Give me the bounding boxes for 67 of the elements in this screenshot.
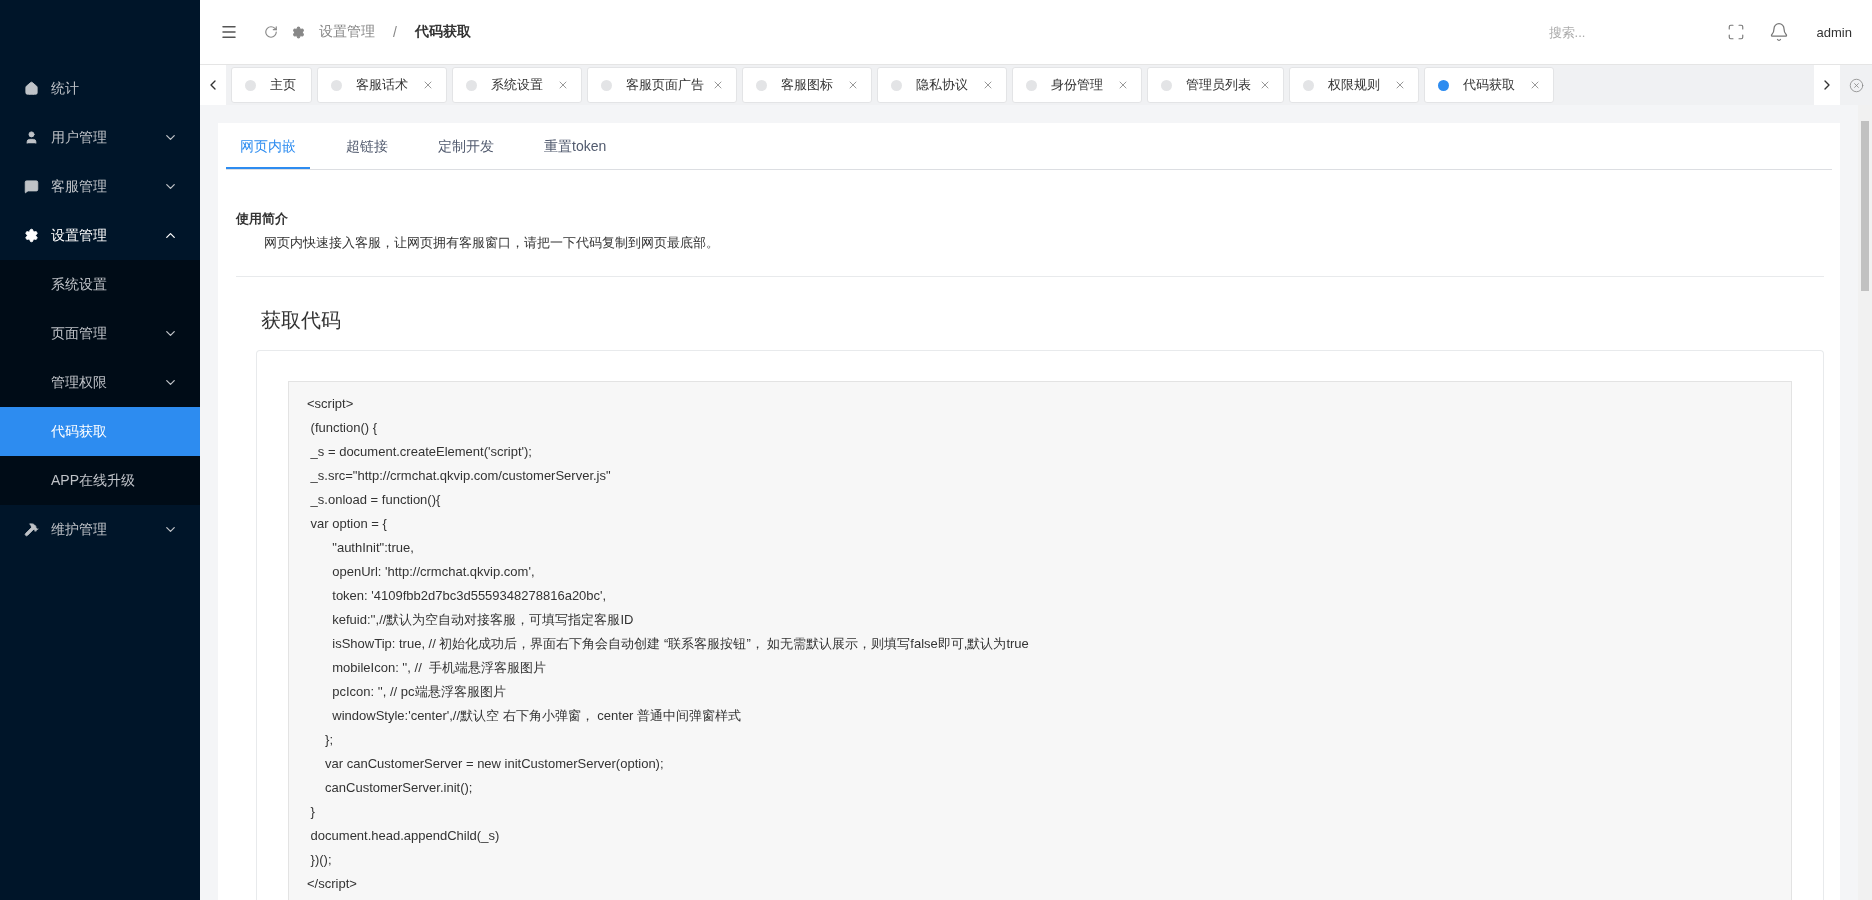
page-tab[interactable]: 客服图标 — [742, 67, 872, 103]
code-line: canCustomerServer.init(); — [324, 779, 474, 797]
menu-item[interactable]: 设置管理 — [0, 211, 200, 260]
code-line: _s.onload = function(){ — [309, 491, 442, 509]
section-title: 获取代码 — [261, 308, 342, 333]
code-line: _s = document.createElement('script'); — [309, 443, 533, 461]
page-tab[interactable]: 主页 — [231, 67, 312, 103]
page-tab[interactable]: 客服页面广告 — [587, 67, 737, 103]
content-tab[interactable]: 定制开发 — [424, 131, 508, 169]
close-icon[interactable] — [557, 79, 569, 91]
breadcrumb-item: 设置管理 — [319, 23, 375, 41]
fullscreen-icon[interactable] — [1726, 23, 1745, 41]
code-line: mobileIcon: '', // 手机端悬浮客服图片 — [331, 659, 547, 677]
gear-icon — [292, 25, 305, 39]
code-line: var option = { — [309, 515, 388, 533]
page-tab[interactable]: 身份管理 — [1012, 67, 1142, 103]
page-tab[interactable]: 管理员列表 — [1147, 67, 1284, 103]
code-line: "authInit":true, — [331, 539, 415, 557]
close-icon[interactable] — [712, 79, 724, 91]
code-line: var canCustomerServer = new initCustomerServer(option); — [324, 755, 665, 773]
intro-text: 网页内快速接入客服，让网页拥有客服窗口，请把一下代码复制到网页最底部。 — [264, 234, 720, 252]
page-tab[interactable]: 客服话术 — [317, 67, 447, 103]
submenu-item[interactable]: 页面管理 — [0, 309, 200, 358]
code-line: })(); — [309, 851, 333, 869]
submenu-item[interactable]: APP在线升级 — [0, 456, 200, 505]
close-circle-icon — [1848, 77, 1864, 93]
code-line: <script> — [307, 395, 355, 413]
breadcrumb-item: / — [393, 24, 397, 40]
scroll-right-button[interactable] — [1814, 65, 1840, 105]
menu-item[interactable]: 客服管理 — [0, 162, 200, 211]
page-tab[interactable]: 系统设置 — [452, 67, 582, 103]
close-icon[interactable] — [1117, 79, 1129, 91]
close-icon[interactable] — [982, 79, 994, 91]
menu-item[interactable]: 维护管理 — [0, 505, 200, 554]
intro-title: 使用简介 — [236, 210, 289, 228]
code-line: windowStyle:'center',//默认空 右下角小弹窗， center 普通中间弹窗样式 — [331, 707, 743, 725]
scroll-left-button[interactable] — [200, 65, 226, 105]
close-icon[interactable] — [422, 79, 434, 91]
code-line: pcIcon: '', // pc端悬浮客服图片 — [331, 683, 507, 701]
code-line: kefuid:'',//默认为空自动对接客服，可填写指定客服ID — [331, 611, 635, 629]
refresh-icon[interactable] — [264, 25, 278, 39]
code-line: </script> — [307, 875, 358, 893]
page-tab[interactable]: 权限规则 — [1289, 67, 1419, 103]
submenu-item[interactable]: 系统设置 — [0, 260, 200, 309]
content-tab[interactable]: 重置token — [530, 131, 621, 169]
submenu-item[interactable]: 管理权限 — [0, 358, 200, 407]
notification-icon[interactable] — [1768, 22, 1789, 42]
code-line: token: '4109fbb2d7bc3d5559348278816a20bc', — [331, 587, 608, 605]
menu-item[interactable]: 统计 — [0, 64, 200, 113]
code-line: }; — [324, 731, 334, 749]
page-tab[interactable]: 隐私协议 — [877, 67, 1007, 103]
content-tab[interactable]: 网页内嵌 — [226, 131, 310, 169]
close-icon[interactable] — [1259, 79, 1271, 91]
code-line: isShowTip: true, // 初始化成功后，界面右下角会自动创建 “联系客服按钮”， 如无需默认展示，则填写false即可,默认为true — [331, 635, 1030, 653]
page-tab[interactable]: 代码获取 — [1424, 67, 1554, 103]
breadcrumb-item: 代码获取 — [414, 23, 471, 41]
close-icon[interactable] — [1394, 79, 1406, 91]
close-icon[interactable] — [1529, 79, 1541, 91]
content-tab[interactable]: 超链接 — [332, 131, 402, 169]
code-line: (function() { — [309, 419, 379, 437]
code-line: document.head.appendChild(_s) — [309, 827, 501, 845]
menu-item[interactable]: 用户管理 — [0, 113, 200, 162]
code-line: _s.src="http://crmchat.qkvip.com/customerServer.js" — [309, 467, 612, 485]
code-line: } — [309, 803, 316, 821]
user-name[interactable]: admin — [1816, 24, 1852, 40]
code-line: openUrl: 'http://crmchat.qkvip.com', — [331, 563, 536, 581]
close-icon[interactable] — [847, 79, 859, 91]
